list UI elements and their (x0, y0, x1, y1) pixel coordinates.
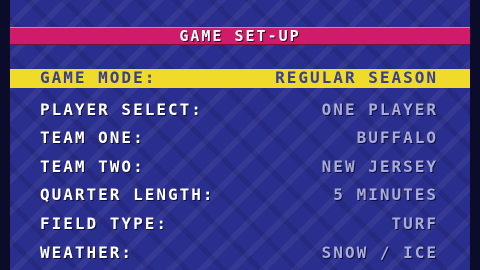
option-label: FIELD TYPE: (40, 213, 168, 233)
option-team-two[interactable]: TEAM TWO: NEW JERSEY (10, 152, 470, 181)
option-value: ONE PLAYER (321, 99, 438, 119)
option-value: REGULAR SEASON (275, 68, 438, 87)
option-quarter-length[interactable]: QUARTER LENGTH: 5 MINUTES (10, 180, 470, 209)
game-setup-screen: GAME SET-UP GAME MODE: REGULAR SEASON PL… (0, 0, 480, 270)
option-value: BUFFALO (356, 128, 438, 148)
option-weather[interactable]: WEATHER: SNOW / ICE (10, 238, 470, 267)
option-label: GAME MODE: (40, 68, 157, 87)
option-value: NEW JERSEY (321, 156, 438, 176)
option-team-one[interactable]: TEAM ONE: BUFFALO (10, 123, 470, 152)
right-border (470, 0, 480, 270)
left-border (0, 0, 10, 270)
setup-menu: GAME MODE: REGULAR SEASON PLAYER SELECT:… (10, 66, 470, 266)
title-bar: GAME SET-UP (10, 27, 470, 45)
screen-title: GAME SET-UP (179, 27, 301, 45)
option-value: 5 MINUTES (333, 185, 438, 205)
option-value: SNOW / ICE (321, 242, 438, 262)
option-label: QUARTER LENGTH: (40, 185, 215, 205)
option-label: PLAYER SELECT: (40, 99, 203, 119)
option-label: TEAM ONE: (40, 128, 145, 148)
option-label: TEAM TWO: (40, 156, 145, 176)
option-game-mode[interactable]: GAME MODE: REGULAR SEASON (10, 66, 470, 95)
option-field-type[interactable]: FIELD TYPE: TURF (10, 209, 470, 238)
option-player-select[interactable]: PLAYER SELECT: ONE PLAYER (10, 95, 470, 124)
option-value: TURF (391, 213, 438, 233)
option-label: WEATHER: (40, 242, 134, 262)
